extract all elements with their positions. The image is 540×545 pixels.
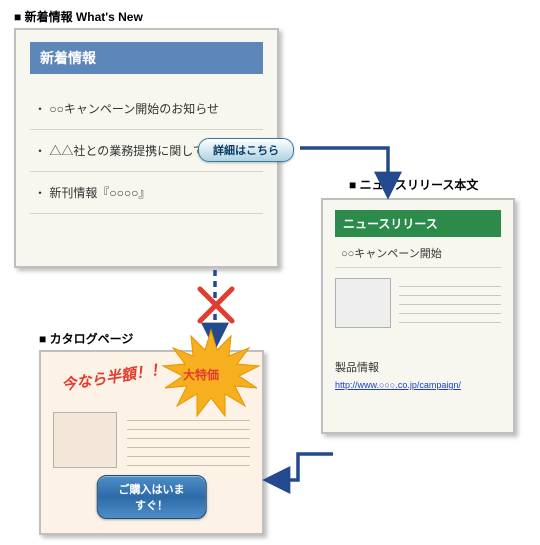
whatsnew-header: 新着情報 [30,42,263,74]
catalog-section-label: ■ カタログページ [39,330,133,347]
product-info-label: 製品情報 [335,359,501,375]
product-link[interactable]: http://www.○○○.co.jp/campaign/ [335,380,461,390]
release-text-lines [399,278,501,331]
halfprice-text: 今なら半額！！ [60,358,167,395]
whatsnew-item[interactable]: ・ ○○キャンペーン開始のお知らせ [30,88,263,130]
starburst-text: 大特価 [183,366,219,383]
whatsnew-section-label: ■ 新着情報 What's New [14,8,143,25]
release-image-placeholder [335,278,391,328]
detail-button[interactable]: 詳細はこちら [198,138,294,162]
divider [335,267,501,268]
x-mark-icon [196,285,236,325]
whatsnew-item[interactable]: ・ 新刊情報『○○○○』 [30,172,263,214]
catalog-panel: 今なら半額！！ 大特価 ご購入はいますぐ！ [39,350,264,535]
buy-now-button[interactable]: ご購入はいますぐ！ [96,475,207,519]
release-section-label: ■ ニュースリリース本文 [349,176,478,193]
release-panel: ニュースリリース ○○キャンペーン開始 製品情報 http://www.○○○.… [321,198,515,434]
catalog-image-placeholder [53,412,117,468]
release-header: ニュースリリース [335,210,501,237]
release-title: ○○キャンペーン開始 [341,245,501,261]
